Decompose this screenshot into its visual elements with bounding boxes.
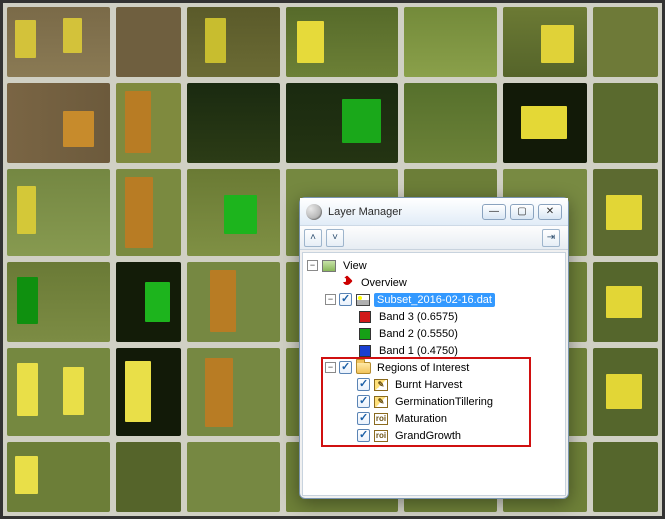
tree-label: GrandGrowth bbox=[392, 429, 464, 443]
view-icon bbox=[321, 259, 337, 273]
tree-label: Band 1 (0.4750) bbox=[376, 344, 461, 358]
tree-label: Band 3 (0.6575) bbox=[376, 310, 461, 324]
tree-label: Band 2 (0.5550) bbox=[376, 327, 461, 341]
tree-node-roi-item[interactable]: roi GrandGrowth bbox=[343, 427, 563, 444]
tree-label: Subset_2016-02-16.dat bbox=[374, 293, 495, 307]
close-button[interactable]: ✕ bbox=[538, 204, 562, 220]
maximize-button[interactable]: ▢ bbox=[510, 204, 534, 220]
tree-node-roi-item[interactable]: ✎ GerminationTillering bbox=[343, 393, 563, 410]
move-up-button[interactable]: ˄ bbox=[304, 229, 322, 247]
visibility-checkbox[interactable] bbox=[357, 412, 370, 425]
roi-poly-icon: ✎ bbox=[373, 395, 389, 409]
pin-button[interactable]: ⇥ bbox=[542, 229, 560, 247]
tree-node-roi-item[interactable]: ✎ Burnt Harvest bbox=[343, 376, 563, 393]
tree-node-roi-folder[interactable]: − Regions of Interest bbox=[325, 359, 563, 376]
minimize-button[interactable]: — bbox=[482, 204, 506, 220]
band-swatch-icon bbox=[357, 327, 373, 341]
band-swatch-icon bbox=[357, 310, 373, 324]
overview-icon bbox=[339, 276, 355, 290]
roi-icon: roi bbox=[373, 429, 389, 443]
visibility-checkbox[interactable] bbox=[357, 429, 370, 442]
visibility-checkbox[interactable] bbox=[339, 293, 352, 306]
roi-poly-icon: ✎ bbox=[373, 378, 389, 392]
tree-node-overview[interactable]: Overview bbox=[325, 274, 563, 291]
tree-label: Burnt Harvest bbox=[392, 378, 465, 392]
tree-node-band[interactable]: Band 2 (0.5550) bbox=[343, 325, 563, 342]
tree-label: Maturation bbox=[392, 412, 450, 426]
tree-node-band[interactable]: Band 3 (0.6575) bbox=[343, 308, 563, 325]
collapse-icon[interactable]: − bbox=[325, 362, 336, 373]
tree-node-roi-item[interactable]: roi Maturation bbox=[343, 410, 563, 427]
image-icon bbox=[355, 293, 371, 307]
tree-node-dataset[interactable]: − Subset_2016-02-16.dat bbox=[325, 291, 563, 308]
tree-label: Overview bbox=[358, 276, 410, 290]
roi-icon: roi bbox=[373, 412, 389, 426]
move-down-button[interactable]: ˅ bbox=[326, 229, 344, 247]
tree-label: GerminationTillering bbox=[392, 395, 496, 409]
visibility-checkbox[interactable] bbox=[357, 378, 370, 391]
toolbar: ˄ ˅ ⇥ bbox=[300, 226, 568, 250]
visibility-checkbox[interactable] bbox=[357, 395, 370, 408]
tree-panel[interactable]: − View Overview bbox=[302, 252, 566, 496]
app-icon bbox=[306, 204, 322, 220]
tree-label: Regions of Interest bbox=[374, 361, 472, 375]
collapse-icon[interactable]: − bbox=[325, 294, 336, 305]
collapse-icon[interactable]: − bbox=[307, 260, 318, 271]
titlebar[interactable]: Layer Manager — ▢ ✕ bbox=[300, 198, 568, 226]
tree-label: View bbox=[340, 259, 370, 273]
layer-manager-window[interactable]: Layer Manager — ▢ ✕ ˄ ˅ ⇥ − View bbox=[299, 197, 569, 499]
window-title: Layer Manager bbox=[328, 206, 478, 218]
tree-node-band[interactable]: Band 1 (0.4750) bbox=[343, 342, 563, 359]
band-swatch-icon bbox=[357, 344, 373, 358]
folder-icon bbox=[355, 361, 371, 375]
visibility-checkbox[interactable] bbox=[339, 361, 352, 374]
tree-node-view[interactable]: − View bbox=[307, 257, 563, 274]
